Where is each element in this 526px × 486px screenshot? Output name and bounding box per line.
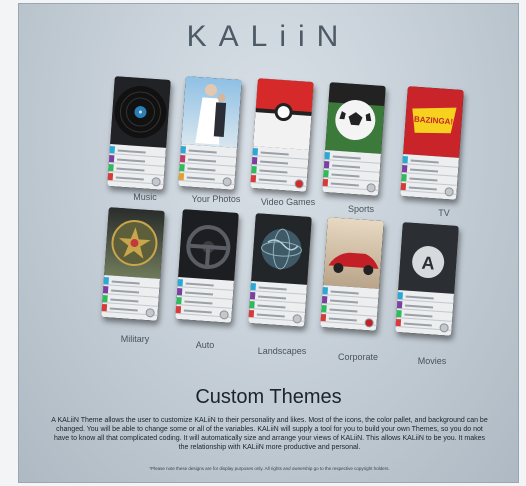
globe-icon [261, 228, 302, 270]
theme-label-landscapes: Landscapes [257, 346, 307, 356]
military-list [101, 275, 161, 321]
auto-preview [178, 209, 239, 281]
sports-preview [325, 82, 386, 154]
page-heading: Custom Themes [195, 386, 342, 408]
your-photos-list [178, 144, 238, 190]
theme-label-sports: Sports [347, 204, 374, 214]
music-avatar-icon [151, 177, 161, 187]
landscapes-preview [251, 213, 312, 285]
theme-card-video-games[interactable] [250, 78, 314, 192]
steering-wheel-icon [186, 225, 231, 270]
copyright-footnote: *Please note these designs are for displ… [149, 466, 390, 471]
theme-card-tv[interactable]: BAZINGA! [400, 86, 464, 200]
movies-list [395, 290, 455, 336]
music-list [107, 144, 167, 190]
sports-list [322, 150, 382, 196]
theme-label-corporate: Corporate [337, 352, 379, 362]
description-paragraph: A KALiiN Theme allows the user to custom… [51, 417, 488, 451]
video-games-preview [253, 78, 314, 150]
theme-card-music[interactable] [107, 76, 171, 190]
tv-list [400, 154, 460, 200]
theme-label-auto: Auto [195, 340, 215, 350]
theme-card-military[interactable] [101, 207, 165, 321]
your-photos-preview [181, 76, 242, 148]
custom-themes-panel: KALiiN Music Your Photos Video Games Spo… [18, 3, 519, 483]
theme-card-auto[interactable] [175, 209, 239, 323]
sports-avatar-icon [366, 183, 376, 193]
theme-label-tv: TV [438, 208, 450, 218]
theme-card-sports[interactable] [322, 82, 386, 196]
theme-label-video-games: Video Games [260, 197, 316, 207]
wedding-photo-icon [195, 83, 227, 145]
vinyl-record-icon [114, 86, 167, 139]
bazinga-logo-icon: BAZINGA! [412, 107, 457, 134]
kaliin-logo: KALiiN [19, 20, 518, 54]
tv-avatar-icon [444, 187, 454, 197]
letter-a-icon: A [412, 246, 445, 279]
theme-label-movies: Movies [417, 356, 447, 366]
pokeball-icon [253, 78, 314, 150]
auto-avatar-icon [219, 310, 229, 320]
theme-card-corporate[interactable] [320, 217, 384, 331]
landscapes-list [248, 281, 308, 327]
music-preview [110, 76, 171, 148]
logo-text: KALiiN [186, 20, 351, 53]
svg-text:A: A [421, 253, 435, 274]
military-preview [104, 207, 165, 279]
movies-avatar-icon [439, 323, 449, 333]
military-emblem-icon [111, 220, 158, 267]
auto-list [175, 277, 235, 323]
movies-preview: A [398, 222, 459, 294]
theme-card-your-photos[interactable] [178, 76, 242, 190]
military-avatar-icon [145, 308, 155, 318]
video-games-avatar-icon [294, 179, 304, 189]
video-games-list [250, 146, 310, 192]
corporate-avatar-icon [364, 318, 374, 328]
tv-preview: BAZINGA! [403, 86, 464, 158]
soccer-ball-icon [328, 82, 386, 141]
theme-card-landscapes[interactable] [248, 213, 312, 327]
theme-card-movies[interactable]: A [395, 222, 459, 336]
corporate-preview [323, 217, 384, 289]
your-photos-avatar-icon [222, 177, 232, 187]
corporate-list [320, 285, 380, 331]
red-car-icon [328, 252, 379, 276]
landscapes-avatar-icon [292, 314, 302, 324]
